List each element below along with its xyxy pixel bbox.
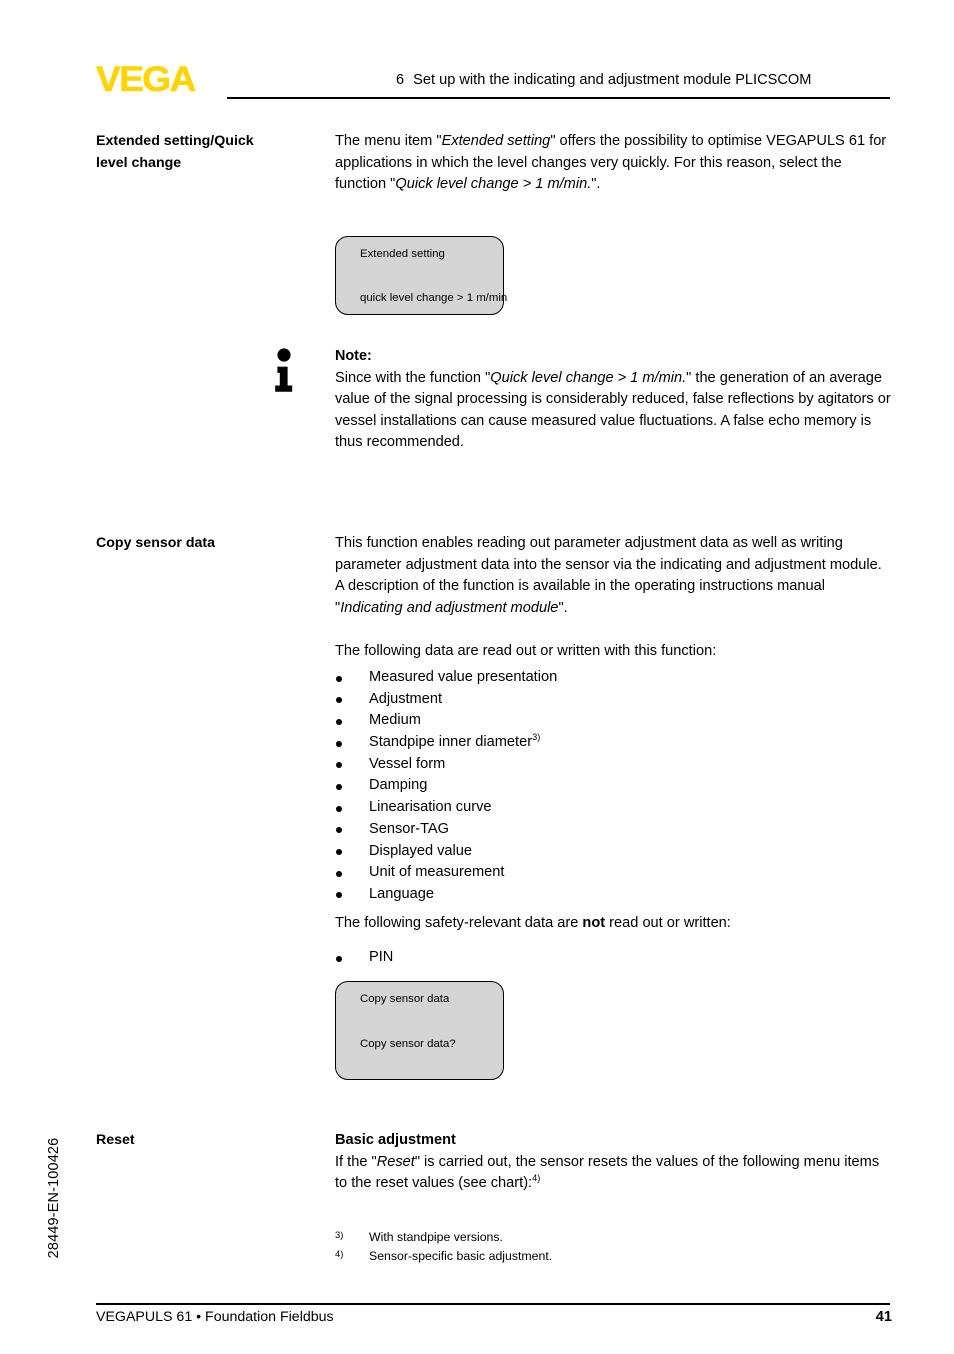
footnote-row: 3) With standpipe versions.	[335, 1228, 855, 1247]
bullet-icon	[336, 762, 342, 769]
footnote-mark: 4)	[335, 1248, 344, 1259]
display-value-line: quick level change > 1 m/min	[360, 292, 508, 304]
list-item-label: Adjustment	[369, 690, 443, 707]
safety-relevant-paragraph: The following safety-relevant data are n…	[335, 913, 892, 935]
extended-setting-text: The menu item "Extended setting" offers …	[335, 131, 892, 196]
ext-text-italic-1: Extended setting	[441, 133, 551, 149]
copy-para1-italic: Indicating and adjustment module	[340, 599, 559, 616]
ext-text-post: ".	[591, 176, 601, 193]
footnote-ref: 4)	[532, 1173, 541, 1184]
list-item-label: Unit of measurement	[369, 864, 505, 881]
bullet-icon	[336, 740, 342, 747]
footnote-ref: 3)	[532, 732, 541, 743]
list-item: Linearisation curve	[335, 797, 835, 819]
list-item-label: Displayed value	[369, 842, 473, 859]
bullet-icon	[336, 870, 342, 877]
list-item: Adjustment	[335, 689, 835, 711]
list-item-label: Damping	[369, 777, 428, 794]
note-body: Note: Since with the function "Quick lev…	[335, 346, 891, 454]
reset-text: If the "Reset" is carried out, the senso…	[335, 1152, 892, 1195]
footnote-row: 4) Sensor-specific basic adjustment.	[335, 1247, 855, 1266]
reset-text-pre: If the "	[335, 1153, 377, 1170]
copy-sensor-data-paragraphs: This function enables reading out parame…	[335, 533, 892, 663]
copy-para1-post: ".	[558, 599, 568, 616]
list-item: Standpipe inner diameter3)	[335, 732, 835, 754]
extended-setting-paragraph: The menu item "Extended setting" offers …	[335, 131, 892, 196]
reset-text-italic: Reset	[376, 1153, 415, 1170]
list-item: Damping	[335, 775, 835, 797]
reset-paragraphs: Basic adjustment If the "Reset" is carri…	[335, 1130, 892, 1195]
footer-divider	[96, 1303, 890, 1305]
note-text-italic: Quick level change > 1 m/min.	[490, 369, 687, 386]
note-title: Note:	[335, 348, 372, 364]
display-title-line: Extended setting	[360, 248, 445, 260]
bullet-icon	[336, 675, 342, 682]
list-item: PIN	[335, 947, 835, 969]
margin-label-copy-sensor-data: Copy sensor data	[96, 535, 216, 551]
list-item-label: PIN	[369, 949, 394, 965]
safety-text-pre: The following safety-relevant data are	[335, 915, 583, 931]
list-item: Sensor-TAG	[335, 819, 835, 841]
bullet-icon	[336, 827, 342, 834]
ext-text-italic-2: Quick level change > 1 m/min.	[395, 176, 592, 193]
list-item-label: Linearisation curve	[369, 799, 492, 816]
list-item: Medium	[335, 710, 835, 732]
margin-label-line-1: Extended setting/Quick	[96, 133, 254, 149]
copy-sensor-data-para-2: The following data are read out or writt…	[335, 642, 717, 659]
bullet-icon	[336, 955, 342, 962]
safety-relevant-list: PIN	[335, 947, 835, 969]
list-item: Unit of measurement	[335, 862, 835, 884]
footnote-text: With standpipe versions.	[369, 1230, 503, 1244]
reset-text-post: " is carried out, the sensor resets the …	[335, 1153, 880, 1192]
bullet-icon	[336, 849, 342, 855]
list-item: Language	[335, 884, 835, 906]
note-text: Since with the function "Quick level cha…	[335, 368, 891, 454]
safety-relevant-text: The following safety-relevant data are n…	[335, 913, 892, 935]
info-icon	[275, 348, 293, 392]
display-title-line: Copy sensor data	[360, 993, 450, 1005]
bullet-icon	[336, 783, 342, 790]
footer-product-line: VEGAPULS 61 • Foundation Fieldbus	[96, 1309, 334, 1325]
ext-text-pre: The menu item "	[335, 133, 442, 149]
bullet-icon	[336, 892, 342, 899]
safety-text-post: read out or written:	[605, 915, 731, 931]
footnote-text: Sensor-specific basic adjustment.	[369, 1249, 553, 1263]
note-text-pre: Since with the function "	[335, 369, 491, 386]
list-item-label: Medium	[369, 712, 421, 729]
footnotes: 3) With standpipe versions. 4) Sensor-sp…	[335, 1228, 855, 1266]
bullet-icon	[336, 697, 342, 704]
list-item-label: Measured value presentation	[369, 669, 558, 685]
margin-label-reset: Reset	[96, 1132, 135, 1148]
bullet-icon	[336, 805, 342, 812]
list-item-label: Sensor-TAG	[369, 820, 450, 837]
extended-setting-display: Extended setting quick level change > 1 …	[335, 236, 508, 315]
list-item-label: Standpipe inner diameter3)	[369, 732, 541, 751]
copy-sensor-data-para-1: This function enables reading out parame…	[335, 533, 892, 619]
list-item-label: Vessel form	[369, 755, 446, 772]
margin-label-extended-setting: Extended setting/Quick level change	[96, 131, 321, 174]
list-item-label: Language	[369, 885, 434, 902]
bullet-icon	[336, 718, 342, 725]
list-item: Measured value presentation	[335, 667, 835, 689]
list-item: Displayed value	[335, 841, 835, 863]
copy-sensor-data-display: Copy sensor data Copy sensor data?	[335, 981, 504, 1080]
footnote-mark: 3)	[335, 1229, 344, 1240]
copy-sensor-data-list: Measured value presentation Adjustment M…	[335, 667, 835, 906]
display-value-line: Copy sensor data?	[360, 1038, 456, 1050]
page-number: 41	[875, 1309, 892, 1325]
page-content: Extended setting/Quick level change The …	[0, 0, 954, 1354]
margin-label-line-2: level change	[96, 154, 182, 171]
document-code: 28449-EN-100426	[46, 1137, 62, 1259]
list-item: Vessel form	[335, 754, 835, 776]
reset-heading: Basic adjustment	[335, 1132, 456, 1148]
safety-text-bold: not	[582, 915, 606, 931]
